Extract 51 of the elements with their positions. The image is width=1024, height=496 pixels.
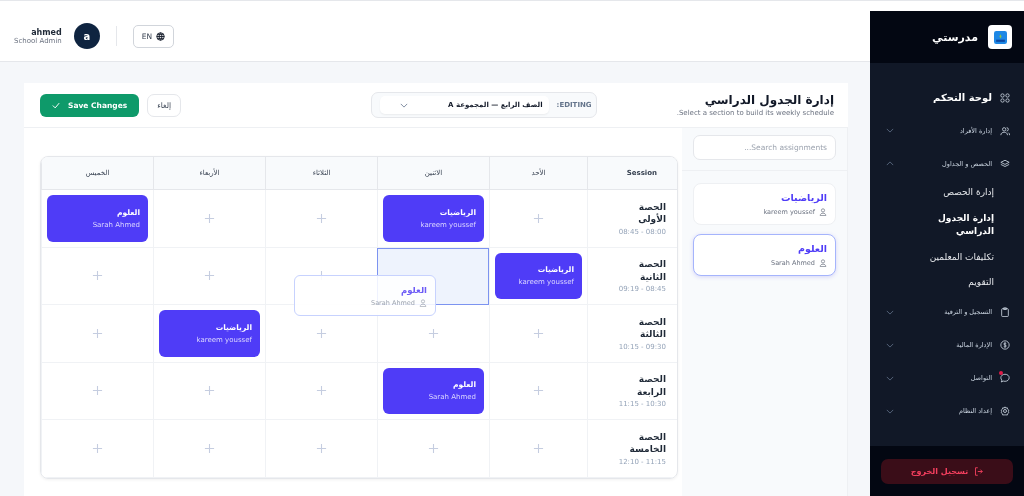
person-icon <box>819 208 827 216</box>
plus-icon[interactable] <box>316 385 327 397</box>
person-icon <box>819 259 827 267</box>
session-name: الحصة الرابعة <box>635 373 666 399</box>
plus-icon[interactable] <box>92 442 103 454</box>
plus-icon[interactable] <box>204 270 215 282</box>
logout-icon <box>974 466 984 476</box>
nav-item[interactable]: لوحة التحكم <box>886 81 1010 114</box>
person-icon <box>419 298 427 307</box>
subject-name: العلوم <box>401 284 427 295</box>
page-title: إدارة الجدول الدراسي <box>703 93 834 107</box>
session-name: الحصة الثانية <box>637 258 666 284</box>
gear-icon <box>1000 406 1010 416</box>
nav-subitem[interactable]: التقويم <box>914 270 994 296</box>
brand-name: مدرستي <box>932 30 978 44</box>
plus-icon[interactable] <box>428 327 439 339</box>
session-name: الحصة الأولى <box>637 200 666 226</box>
plus-icon[interactable] <box>204 212 215 224</box>
grid-icon <box>1000 92 1010 103</box>
session-name: الحصة الثالثة <box>637 315 666 341</box>
plus-icon[interactable] <box>428 442 439 454</box>
users-icon <box>1000 125 1010 136</box>
chevron-icon <box>400 102 409 108</box>
nav-subitem[interactable]: إدارة الجدول الدراسي <box>914 205 994 245</box>
check-icon <box>52 101 60 109</box>
plus-icon[interactable] <box>92 270 103 282</box>
globe-icon <box>156 31 166 41</box>
plus-icon[interactable] <box>92 385 103 397</box>
plus-icon[interactable] <box>92 327 103 339</box>
chat-icon <box>1000 373 1010 383</box>
session-name: الحصة الخامسة <box>628 430 666 456</box>
plus-icon[interactable] <box>204 442 215 454</box>
clipboard-icon <box>1000 307 1010 317</box>
subject-name: الرياضيات <box>779 192 827 203</box>
subject-name: العلوم <box>797 243 827 254</box>
layers-icon <box>1000 158 1010 169</box>
plus-icon[interactable] <box>533 327 544 339</box>
logo-icon <box>988 25 1012 49</box>
plus-icon[interactable] <box>533 385 544 397</box>
plus-icon[interactable] <box>316 212 327 224</box>
user-name: ahmed <box>31 27 62 37</box>
nav-subitem[interactable]: تكليفات المعلمين <box>914 244 994 270</box>
nav-subitem[interactable]: إدارة الحصص <box>914 180 994 206</box>
plus-icon[interactable] <box>533 212 544 224</box>
plus-icon[interactable] <box>316 327 327 339</box>
plus-icon[interactable] <box>533 442 544 454</box>
plus-icon[interactable] <box>204 385 215 397</box>
plus-icon[interactable] <box>316 442 327 454</box>
dollar-icon <box>1000 340 1010 350</box>
avatar[interactable]: a <box>73 23 100 49</box>
logout-button[interactable]: تسجيل الخروج <box>881 458 1013 484</box>
